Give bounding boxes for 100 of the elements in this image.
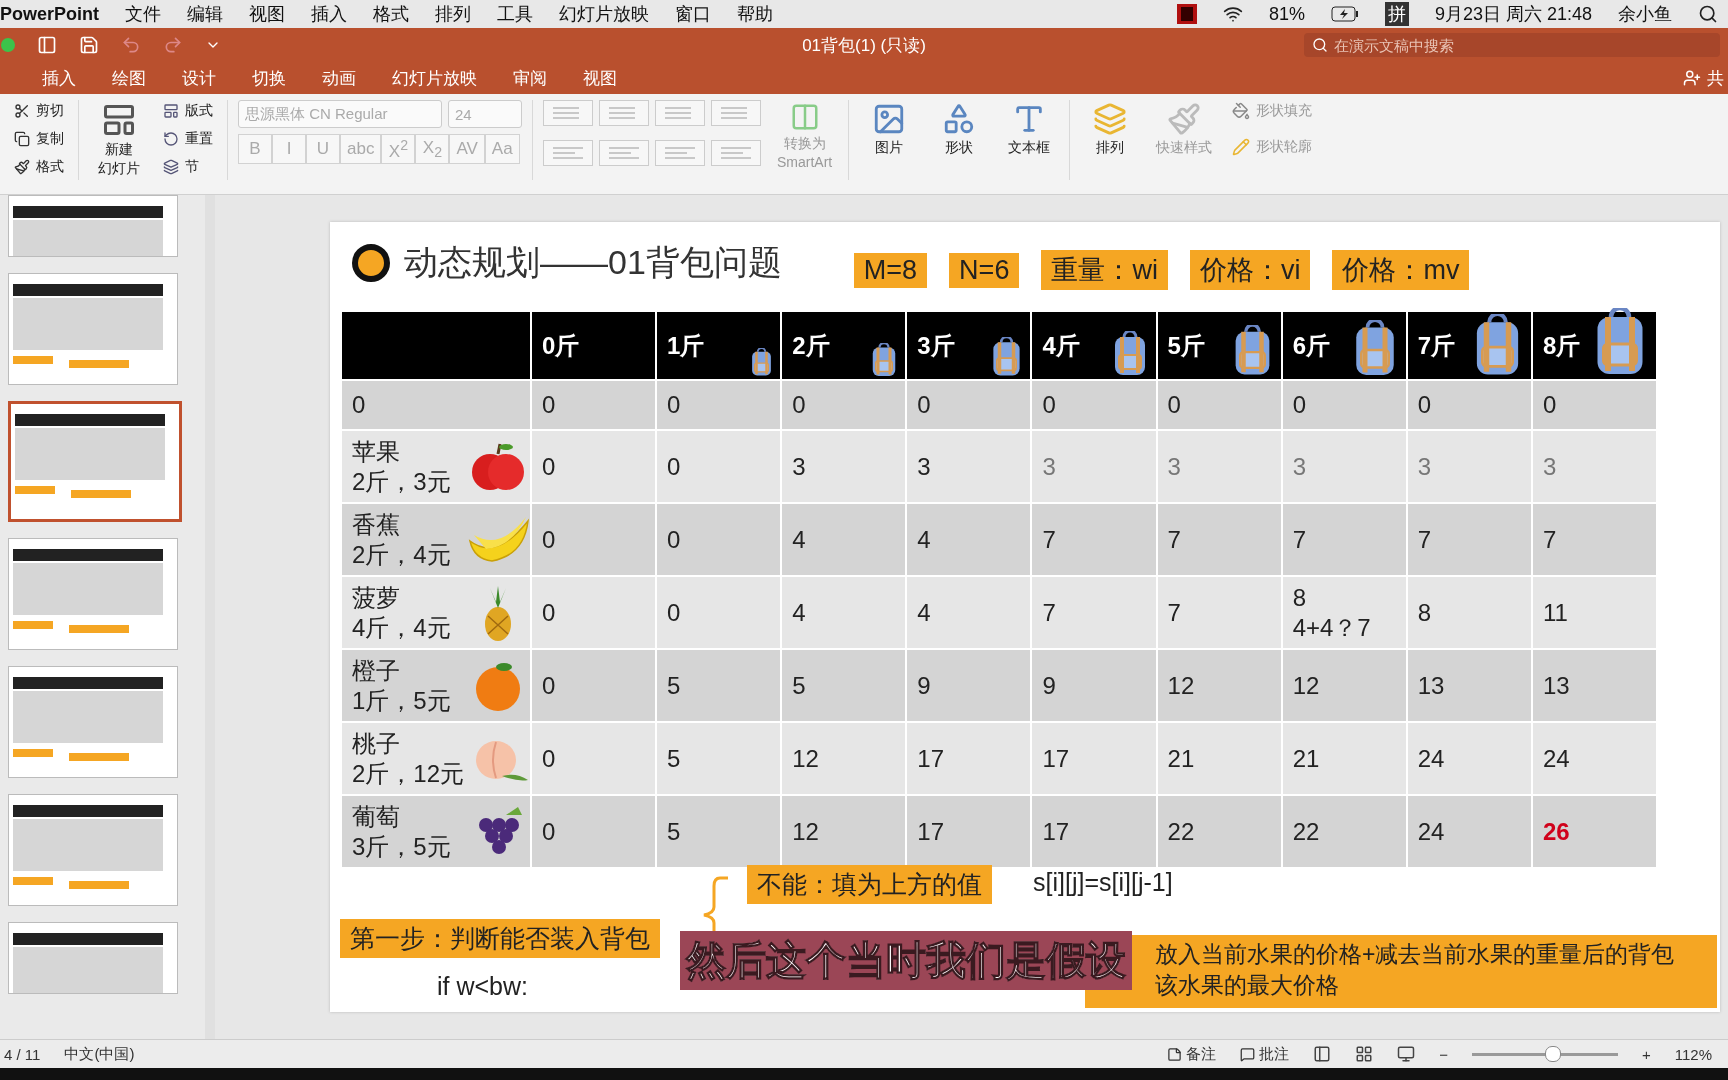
menu-item[interactable]: 排列 — [435, 2, 471, 26]
menu-item[interactable]: 视图 — [249, 2, 285, 26]
arrange-button[interactable]: 排列 — [1080, 100, 1141, 158]
clock[interactable]: 9月23日 周六 21:48 — [1434, 2, 1592, 26]
ribbon-tab[interactable]: 插入 — [24, 66, 94, 90]
slide-title: 动态规划——01背包问题 — [404, 242, 782, 283]
slide-tool-button[interactable]: 版式 — [159, 100, 217, 122]
table-cell: 17 — [1042, 743, 1070, 774]
zoom-out-button[interactable]: − — [1439, 1045, 1448, 1063]
search-field[interactable]: 在演示文稿中搜索 — [1304, 33, 1720, 57]
undo-icon — [121, 35, 141, 55]
note-text: 放入当前水果的价格+减去当前水果的重量后的背包 — [1155, 940, 1675, 969]
parameter-tag: 价格：vi — [1189, 250, 1311, 290]
menu-item[interactable]: 编辑 — [187, 2, 223, 26]
table-cell: 5 — [667, 743, 681, 774]
table-cell: 7 — [1417, 524, 1432, 555]
table-cell: 3 — [1167, 451, 1181, 482]
battery-icon[interactable] — [1330, 6, 1359, 22]
column-heading: 8斤 — [1542, 330, 1581, 361]
table-cell: 0 — [542, 670, 556, 701]
menu-item[interactable]: 文件 — [125, 2, 161, 26]
slide-thumbnail[interactable] — [8, 401, 182, 522]
clipboard-button[interactable]: 格式 — [10, 156, 68, 178]
table-cell: 7 — [1167, 524, 1181, 555]
paint-bucket-icon — [1232, 102, 1251, 120]
menu-item[interactable]: 插入 — [311, 2, 347, 26]
table-cell: 0 — [542, 390, 556, 420]
zoom-in-button[interactable]: + — [1641, 1045, 1651, 1063]
table-cell: 3 — [1292, 451, 1306, 482]
ribbon-tab[interactable]: 幻灯片放映 — [374, 66, 495, 90]
monitor-icon — [1397, 1045, 1416, 1063]
table-cell: 7 — [1292, 524, 1306, 555]
menu-item[interactable]: 格式 — [373, 2, 409, 26]
note-label: 不能：填为上方的值 — [747, 865, 992, 904]
table-cell: 0 — [1042, 390, 1056, 420]
search-input[interactable]: 在演示文稿中搜索 — [1332, 35, 1712, 55]
table-cell: 21 — [1167, 743, 1195, 774]
table-cell: 0 — [667, 524, 681, 555]
ribbon-tab[interactable]: 切换 — [234, 66, 304, 90]
normal-view-icon — [1313, 1045, 1332, 1063]
row-label: 橙子 1斤，5元 — [352, 655, 451, 716]
table-cell: 7 — [1042, 524, 1056, 555]
zoom-percent: 112% — [1674, 1045, 1712, 1063]
table-cell: 4 — [917, 524, 931, 555]
language-label[interactable]: 中文(中国) — [64, 1044, 135, 1064]
table-cell: 8 4+4？7 — [1292, 582, 1371, 643]
search-icon — [1698, 4, 1718, 24]
ribbon-tab[interactable]: 动画 — [304, 66, 374, 90]
insert-button[interactable]: 图片 — [859, 100, 920, 158]
menu-item[interactable]: 幻灯片放映 — [559, 2, 649, 26]
user-name[interactable]: 余小鱼 — [1618, 2, 1672, 26]
new-slide-button[interactable]: 新建 幻灯片 — [89, 100, 149, 179]
table-cell: 3 — [1542, 451, 1557, 482]
input-method[interactable]: 拼 — [1384, 2, 1409, 26]
column-heading: 6斤 — [1292, 330, 1330, 361]
table-cell: 4 — [792, 597, 806, 628]
note-label: 第一步：判断能否装入背包 — [340, 919, 660, 958]
battery-percent: 81% — [1268, 3, 1305, 25]
wifi-icon — [1222, 4, 1243, 24]
table-cell: 0 — [542, 816, 556, 847]
menu-item[interactable]: 窗口 — [675, 2, 711, 26]
table-cell: 7 — [1542, 524, 1557, 555]
redo-icon — [163, 35, 183, 55]
insert-button[interactable]: 文本框 — [999, 100, 1060, 158]
slide-tool-button[interactable]: 节 — [159, 156, 217, 178]
layout-icon — [163, 103, 179, 119]
video-subtitle: 然后这个当时我们是假设 — [680, 931, 1132, 990]
insert-button[interactable]: 形状 — [929, 100, 990, 158]
window-title: 01背包(1) (只读) — [802, 34, 926, 57]
search-icon — [1312, 37, 1328, 53]
comments-button[interactable]: 批注 — [1240, 1044, 1290, 1064]
row-label: 桃子 2斤，12元 — [352, 728, 465, 789]
parameter-tag: 重量：wi — [1041, 250, 1168, 290]
zoom-slider-thumb[interactable] — [1545, 1046, 1562, 1062]
parameter-tag: M=8 — [853, 252, 928, 288]
window-zoom-dot[interactable] — [1, 38, 15, 52]
clipboard-button[interactable]: 复制 — [10, 128, 68, 150]
menu-item[interactable]: 工具 — [497, 2, 533, 26]
paintbrush-icon — [1167, 102, 1202, 136]
app-menu[interactable]: PowerPoint — [0, 3, 99, 25]
layers-icon — [1093, 102, 1128, 136]
table-cell: 0 — [667, 451, 681, 482]
slide-tool-button[interactable]: 重置 — [159, 128, 217, 150]
column-heading: 1斤 — [667, 330, 705, 361]
table-cell: 3 — [1417, 451, 1432, 482]
ribbon-tab[interactable]: 审阅 — [495, 66, 565, 90]
clipboard-button[interactable]: 剪切 — [10, 100, 68, 122]
share-button[interactable]: 共 — [1679, 64, 1728, 92]
add-person-icon — [1683, 69, 1701, 87]
menu-item[interactable]: 帮助 — [737, 2, 773, 26]
ribbon-tab[interactable]: 绘图 — [94, 66, 164, 90]
ribbon-tab[interactable]: 设计 — [164, 66, 234, 90]
table-cell: 12 — [1292, 670, 1320, 701]
ribbon-tab[interactable]: 视图 — [565, 66, 635, 90]
table-cell: 7 — [1042, 597, 1056, 628]
pencil-icon — [1232, 138, 1251, 156]
table-cell: 17 — [1042, 816, 1070, 847]
layers-icon — [163, 159, 179, 175]
table-cell: 3 — [917, 451, 931, 482]
notes-button[interactable]: 备注 — [1167, 1044, 1217, 1064]
